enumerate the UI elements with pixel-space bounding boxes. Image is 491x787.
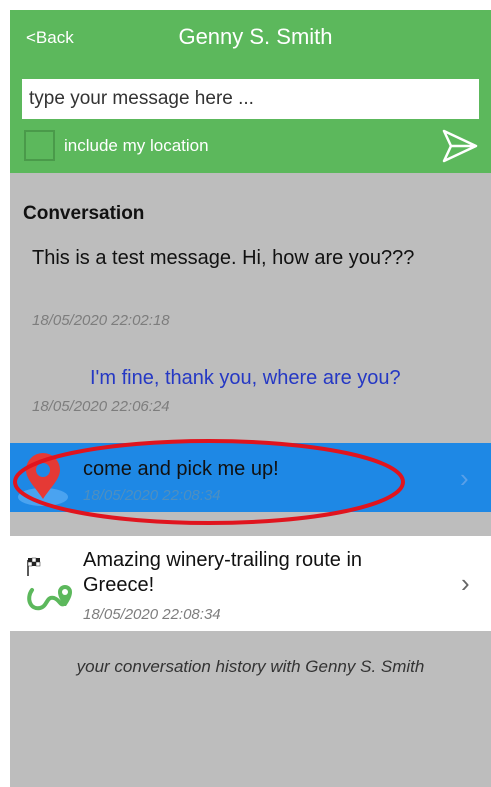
chevron-right-icon: › <box>460 463 469 493</box>
conversation-heading: Conversation <box>23 203 145 224</box>
route-message-text: Amazing winery-trailing route in Greece! <box>83 549 363 596</box>
include-location-checkbox[interactable] <box>24 130 55 161</box>
message-incoming-time: 18/05/2020 22:02:18 <box>32 312 170 329</box>
map-pin-icon <box>18 453 68 506</box>
location-message-text: come and pick me up! <box>83 458 279 480</box>
route-icon <box>27 557 72 611</box>
route-message-row[interactable]: Amazing winery-trailing route in Greece!… <box>10 536 491 631</box>
conversation-history-note: your conversation history with Genny S. … <box>76 657 425 676</box>
page-title: Genny S. Smith <box>178 24 333 49</box>
send-icon[interactable] <box>440 127 480 165</box>
location-message-row[interactable]: come and pick me up! 18/05/2020 22:08:34… <box>10 443 491 512</box>
message-outgoing-time: 18/05/2020 22:06:24 <box>32 398 170 415</box>
location-message-time: 18/05/2020 22:08:34 <box>83 487 221 504</box>
include-location-label: include my location <box>64 136 209 155</box>
message-outgoing-text: I'm fine, thank you, where are you? <box>90 367 401 389</box>
chevron-right-icon: › <box>461 568 470 598</box>
message-input[interactable] <box>22 79 479 119</box>
chat-screen: <Back Genny S. Smith include my location… <box>10 10 491 787</box>
message-incoming-text: This is a test message. Hi, how are you?… <box>32 247 415 269</box>
header-bar: <Back Genny S. Smith include my location <box>10 10 491 173</box>
route-message-time: 18/05/2020 22:08:34 <box>83 606 221 623</box>
